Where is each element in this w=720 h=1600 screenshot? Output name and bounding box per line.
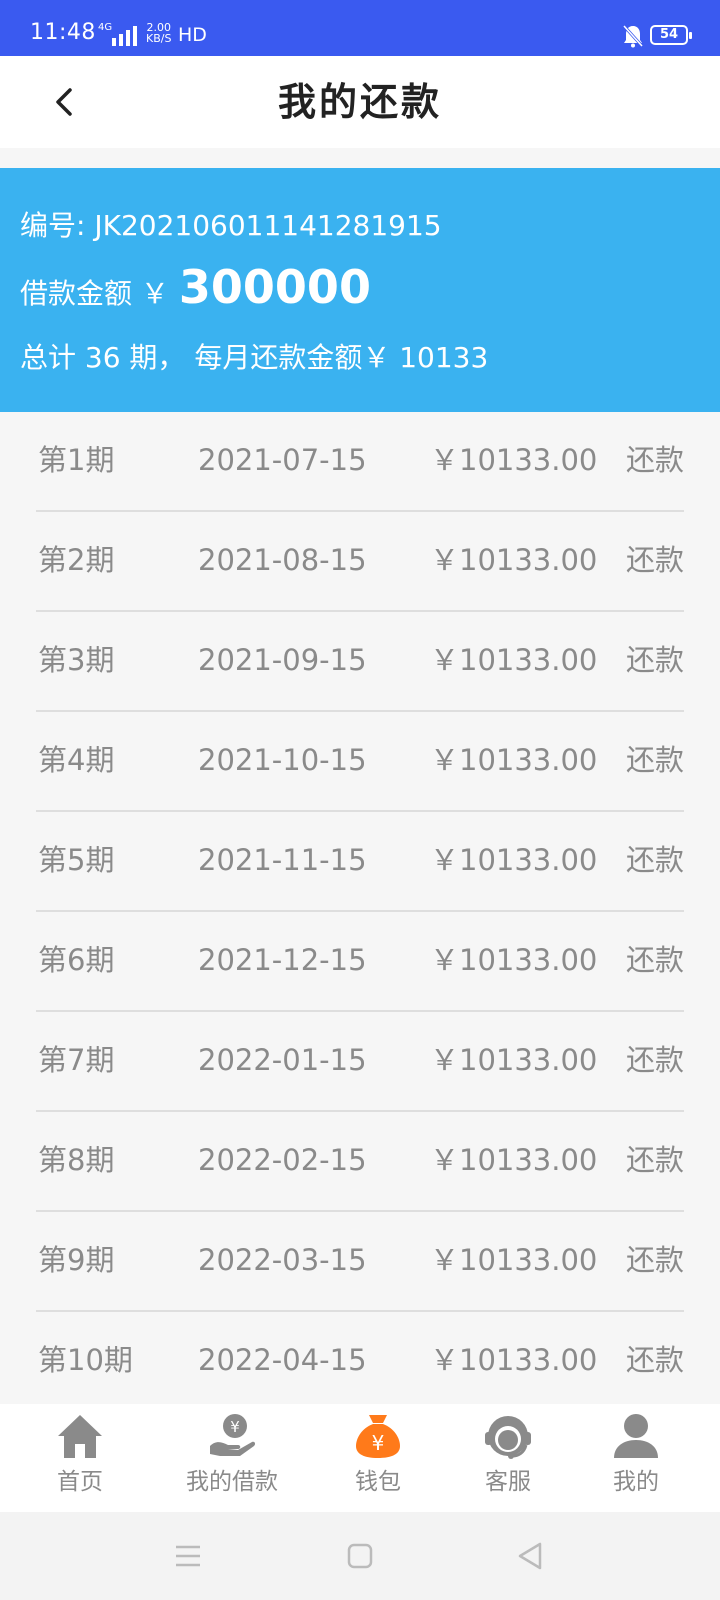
tab-profile[interactable]: 我的 — [576, 1404, 696, 1512]
installment-amount: ￥10133.00 — [430, 843, 598, 877]
installment-row: 第9期 2022-03-15 ￥10133.00 还款 — [36, 1212, 684, 1312]
back-arrow-icon[interactable] — [44, 80, 88, 124]
bottom-tab-bar: 首页 ¥ 我的借款 ¥ 钱包 客服 我的 — [0, 1404, 720, 1512]
network-speed: 2.00 KB/S — [146, 21, 172, 45]
installment-period: 第9期 — [38, 1243, 115, 1277]
repay-button[interactable]: 还款 — [626, 812, 684, 908]
repay-button[interactable]: 还款 — [626, 1212, 684, 1308]
svg-text:¥: ¥ — [230, 1418, 240, 1436]
tab-label: 钱包 — [355, 1469, 401, 1495]
installment-period: 第6期 — [38, 943, 115, 977]
installment-amount: ￥10133.00 — [430, 943, 598, 977]
installment-period: 第10期 — [38, 1343, 133, 1377]
installment-row: 第3期 2021-09-15 ￥10133.00 还款 — [36, 612, 684, 712]
repay-button[interactable]: 还款 — [626, 512, 684, 608]
tab-label: 首页 — [57, 1469, 103, 1495]
repay-button[interactable]: 还款 — [626, 712, 684, 808]
installment-amount: ￥10133.00 — [430, 1343, 598, 1377]
battery-indicator: 54 — [650, 25, 692, 45]
installment-row: 第1期 2021-07-15 ￥10133.00 还款 — [36, 412, 684, 512]
loan-amount-value: 300000 — [178, 260, 371, 314]
repayment-plan: 总计 36 期， 每月还款金额￥ 10133 — [20, 341, 489, 374]
installment-row: 第5期 2021-11-15 ￥10133.00 还款 — [36, 812, 684, 912]
loan-summary-card: 编号: JK20210601114128191​5 借款金额 ￥ 300000 总… — [0, 168, 720, 412]
signal-icon — [112, 26, 137, 46]
repay-button[interactable]: 还款 — [626, 1112, 684, 1208]
repay-button[interactable]: 还款 — [626, 1312, 684, 1408]
repay-button[interactable]: 还款 — [626, 912, 684, 1008]
loan-code-value: JK20210601114128191​5 — [94, 209, 442, 242]
repay-button[interactable]: 还款 — [626, 612, 684, 708]
installment-date: 2022-02-15 — [198, 1143, 367, 1177]
tab-label: 我的 — [613, 1469, 659, 1495]
installment-amount: ￥10133.00 — [430, 1243, 598, 1277]
hd-indicator: HD — [178, 24, 207, 46]
installment-row: 第7期 2022-01-15 ￥10133.00 还款 — [36, 1012, 684, 1112]
installment-period: 第4期 — [38, 743, 115, 777]
installment-period: 第5期 — [38, 843, 115, 877]
status-time: 11:48 — [30, 20, 96, 45]
loan-hand-icon: ¥ — [210, 1414, 256, 1456]
installment-date: 2021-08-15 — [198, 543, 367, 577]
tab-label: 我的借款 — [186, 1469, 278, 1495]
installment-date: 2022-04-15 — [198, 1343, 367, 1377]
status-bar: 11:48 4G 2.00 KB/S HD 54 — [0, 0, 720, 56]
network-type: 4G — [98, 22, 113, 33]
installment-date: 2022-03-15 — [198, 1243, 367, 1277]
installment-amount: ￥10133.00 — [430, 1043, 598, 1077]
installment-period: 第3期 — [38, 643, 115, 677]
installment-period: 第8期 — [38, 1143, 115, 1177]
installment-amount: ￥10133.00 — [430, 743, 598, 777]
installment-amount: ￥10133.00 — [430, 543, 598, 577]
tab-my-loans[interactable]: ¥ 我的借款 — [172, 1404, 292, 1512]
repay-button[interactable]: 还款 — [626, 412, 684, 508]
installment-period: 第7期 — [38, 1043, 115, 1077]
loan-amount: 借款金额 ￥ 300000 — [20, 260, 371, 314]
tab-customer-service[interactable]: 客服 — [448, 1404, 568, 1512]
user-icon — [614, 1414, 658, 1458]
installment-row: 第6期 2021-12-15 ￥10133.00 还款 — [36, 912, 684, 1012]
loan-code-label: 编号: — [20, 209, 86, 242]
repay-button[interactable]: 还款 — [626, 1012, 684, 1108]
installment-amount: ￥10133.00 — [430, 643, 598, 677]
tab-home[interactable]: 首页 — [20, 1404, 140, 1512]
system-nav-bar — [0, 1512, 720, 1600]
menu-icon[interactable] — [170, 1538, 206, 1574]
installment-date: 2021-09-15 — [198, 643, 367, 677]
app-header: 我的还款 — [0, 56, 720, 148]
installment-row: 第10期 2022-04-15 ￥10133.00 还款 — [36, 1312, 684, 1412]
home-icon — [58, 1415, 102, 1458]
tab-wallet[interactable]: ¥ 钱包 — [318, 1404, 438, 1512]
installment-period: 第1期 — [38, 443, 115, 477]
installment-date: 2021-07-15 — [198, 443, 367, 477]
installment-date: 2022-01-15 — [198, 1043, 367, 1077]
tab-label: 客服 — [485, 1469, 531, 1495]
installment-list: 第1期 2021-07-15 ￥10133.00 还款 第2期 2021-08-15 ￥10… — [36, 412, 684, 1412]
installment-row: 第8期 2022-02-15 ￥10133.00 还款 — [36, 1112, 684, 1212]
installment-row: 第2期 2021-08-15 ￥10133.00 还款 — [36, 512, 684, 612]
installment-amount: ￥10133.00 — [430, 1143, 598, 1177]
loan-code: 编号: JK20210601114128191​5 — [20, 204, 442, 244]
money-bag-icon: ¥ — [356, 1415, 400, 1458]
installment-date: 2021-10-15 — [198, 743, 367, 777]
home-square-icon[interactable] — [342, 1538, 378, 1574]
installment-date: 2021-11-15 — [198, 843, 367, 877]
installment-date: 2021-12-15 — [198, 943, 367, 977]
page-title: 我的还款 — [277, 80, 442, 124]
installment-amount: ￥10133.00 — [430, 443, 598, 477]
installment-period: 第2期 — [38, 543, 115, 577]
installment-row: 第4期 2021-10-15 ￥10133.00 还款 — [36, 712, 684, 812]
back-triangle-icon[interactable] — [512, 1538, 548, 1574]
bell-muted-icon — [622, 24, 644, 48]
loan-amount-label: 借款金额 ￥ — [20, 277, 169, 310]
svg-text:¥: ¥ — [372, 1431, 385, 1455]
customer-service-icon — [485, 1416, 531, 1459]
